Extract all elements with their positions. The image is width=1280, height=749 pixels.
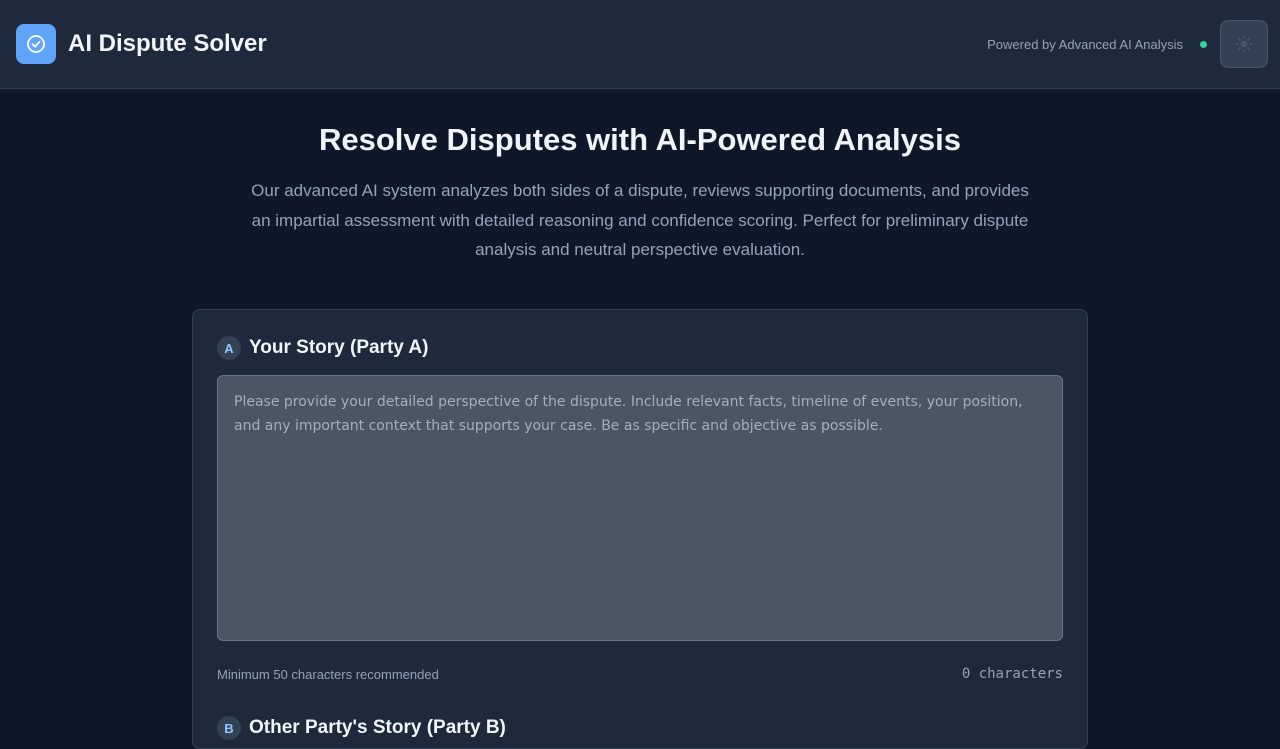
- party-a-hint: Minimum 50 characters recommended: [217, 666, 439, 682]
- sun-icon: [1235, 35, 1253, 53]
- dispute-form-card: A Your Story (Party A) Minimum 50 charac…: [192, 309, 1088, 749]
- party-a-meta: Minimum 50 characters recommended 0 char…: [217, 666, 1063, 682]
- page-title: Resolve Disputes with AI-Powered Analysi…: [319, 122, 961, 157]
- header-actions: Powered by Advanced AI Analysis: [987, 20, 1268, 68]
- theme-toggle-button[interactable]: [1220, 20, 1268, 68]
- page-description: Our advanced AI system analyzes both sid…: [251, 181, 1029, 259]
- party-a-title: Your Story (Party A): [249, 337, 429, 358]
- check-circle-icon: [27, 35, 45, 53]
- party-a-badge: A: [217, 336, 241, 360]
- party-b-title: Other Party's Story (Party B): [249, 717, 506, 738]
- powered-by-label: Powered by Advanced AI Analysis: [987, 36, 1183, 52]
- status-indicator: [1200, 40, 1207, 48]
- party-b-header: B Other Party's Story (Party B): [217, 714, 1063, 742]
- brand: AI Dispute Solver: [16, 24, 267, 64]
- party-a-char-count: 0 characters: [961, 666, 1063, 682]
- logo: [16, 24, 56, 64]
- party-a-story-input[interactable]: [217, 375, 1063, 641]
- app-title: AI Dispute Solver: [68, 30, 267, 57]
- hero-section: Resolve Disputes with AI-Powered Analysi…: [0, 120, 1280, 265]
- party-a-header: A Your Story (Party A): [217, 334, 1063, 362]
- app-header: AI Dispute Solver Powered by Advanced AI…: [0, 0, 1280, 89]
